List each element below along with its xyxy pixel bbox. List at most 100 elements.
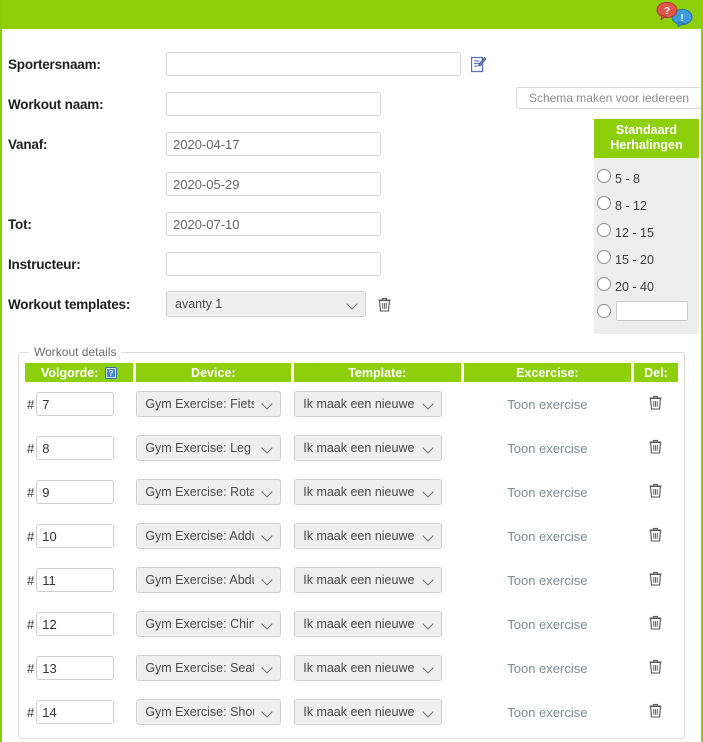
radio-icon[interactable] bbox=[597, 168, 611, 183]
table-row: # Gym Exercise: Fiets Ik maak een nieuwe To… bbox=[25, 382, 678, 426]
device-select[interactable]: Gym Exercise: Rotary bbox=[136, 479, 282, 505]
template-select[interactable]: Ik maak een nieuwe bbox=[294, 391, 443, 417]
reps-option-12-15[interactable]: 12 - 15 bbox=[594, 216, 699, 243]
cell-template: Ik maak een nieuwe bbox=[292, 514, 462, 558]
trash-icon[interactable] bbox=[649, 439, 662, 454]
cell-device: Gym Exercise: Chin Up bbox=[134, 602, 292, 646]
row-prefix-label: # bbox=[27, 440, 35, 456]
svg-text:?: ? bbox=[108, 369, 113, 378]
reps-option-5-8[interactable]: 5 - 8 bbox=[594, 162, 699, 189]
toon-exercise-link[interactable]: Toon exercise bbox=[507, 529, 587, 544]
workout-templates-trash-icon[interactable] bbox=[378, 297, 391, 312]
order-input[interactable] bbox=[36, 656, 115, 680]
radio-icon[interactable] bbox=[597, 222, 611, 237]
trash-icon[interactable] bbox=[649, 395, 662, 410]
cell-device: Gym Exercise: Abductor bbox=[134, 558, 292, 602]
workout-naam-input[interactable] bbox=[166, 92, 381, 116]
tot-date-input[interactable] bbox=[166, 212, 381, 236]
row-prefix-label: # bbox=[27, 396, 35, 412]
device-select-wrap: Gym Exercise: Fiets bbox=[136, 391, 282, 417]
device-select[interactable]: Gym Exercise: Leg Curl bbox=[136, 435, 282, 461]
trash-icon[interactable] bbox=[649, 571, 662, 586]
template-select[interactable]: Ik maak een nieuwe bbox=[294, 611, 443, 637]
order-input[interactable] bbox=[36, 700, 115, 724]
cell-exercise: Toon exercise bbox=[462, 602, 632, 646]
template-select-wrap: Ik maak een nieuwe bbox=[294, 523, 443, 549]
cell-exercise: Toon exercise bbox=[462, 514, 632, 558]
cell-volgorde: # bbox=[25, 470, 134, 514]
reps-custom-input[interactable] bbox=[616, 300, 688, 321]
radio-icon[interactable] bbox=[597, 249, 611, 264]
cell-template: Ik maak een nieuwe bbox=[292, 602, 462, 646]
template-select[interactable]: Ik maak een nieuwe bbox=[294, 567, 443, 593]
schema-maken-voor-iedereen-button[interactable]: Schema maken voor iedereen bbox=[516, 87, 701, 109]
table-row: # Gym Exercise: Shoulder Ik maak een nieuw… bbox=[25, 690, 678, 734]
cell-volgorde: # bbox=[25, 426, 134, 470]
order-input[interactable] bbox=[36, 480, 115, 504]
device-select[interactable]: Gym Exercise: Shoulder bbox=[136, 699, 282, 725]
toon-exercise-link[interactable]: Toon exercise bbox=[507, 441, 587, 456]
column-header-volgorde: Volgorde: ? bbox=[25, 363, 136, 382]
device-select[interactable]: Gym Exercise: Adductor bbox=[136, 523, 282, 549]
toon-exercise-link[interactable]: Toon exercise bbox=[507, 661, 587, 676]
radio-icon[interactable] bbox=[597, 195, 611, 210]
field-row-sportersnaam: Sportersnaam: bbox=[2, 44, 701, 84]
device-select[interactable]: Gym Exercise: Abductor bbox=[136, 567, 282, 593]
sportersnaam-input[interactable] bbox=[166, 52, 461, 76]
sportersnaam-label: Sportersnaam: bbox=[8, 56, 101, 72]
order-input[interactable] bbox=[36, 392, 115, 416]
trash-icon[interactable] bbox=[649, 615, 662, 630]
reps-option-custom[interactable] bbox=[594, 297, 699, 324]
cell-device: Gym Exercise: Adductor bbox=[134, 514, 292, 558]
reps-option-8-12[interactable]: 8 - 12 bbox=[594, 189, 699, 216]
template-select[interactable]: Ik maak een nieuwe bbox=[294, 523, 443, 549]
table-row: # Gym Exercise: Rotary Ik maak een nieuwe T… bbox=[25, 470, 678, 514]
device-select-wrap: Gym Exercise: Abductor bbox=[136, 567, 282, 593]
device-select[interactable]: Gym Exercise: Seated bbox=[136, 655, 282, 681]
column-header-del: Del: bbox=[632, 363, 678, 382]
table-row: # Gym Exercise: Seated Ik maak een nieuwe T… bbox=[25, 646, 678, 690]
toon-exercise-link[interactable]: Toon exercise bbox=[507, 573, 587, 588]
row-prefix-label: # bbox=[27, 616, 35, 632]
row-prefix-label: # bbox=[27, 484, 35, 500]
toon-exercise-link[interactable]: Toon exercise bbox=[507, 485, 587, 500]
help-question-icon[interactable]: ? bbox=[104, 366, 117, 379]
vanaf-second-date-input[interactable] bbox=[166, 172, 381, 196]
radio-icon[interactable] bbox=[597, 276, 611, 291]
trash-icon[interactable] bbox=[649, 703, 662, 718]
trash-icon[interactable] bbox=[649, 483, 662, 498]
reps-option-15-20[interactable]: 15 - 20 bbox=[594, 243, 699, 270]
order-input[interactable] bbox=[36, 524, 115, 548]
top-green-bar: ? ! bbox=[2, 0, 701, 30]
table-header-row: Volgorde: ? Device: Template: Excercise:… bbox=[25, 363, 678, 382]
radio-icon[interactable] bbox=[597, 303, 611, 318]
cell-device: Gym Exercise: Leg Curl bbox=[134, 426, 292, 470]
device-select[interactable]: Gym Exercise: Chin Up bbox=[136, 611, 282, 637]
device-select[interactable]: Gym Exercise: Fiets bbox=[136, 391, 282, 417]
column-header-device: Device: bbox=[134, 363, 294, 382]
vanaf-date-input[interactable] bbox=[166, 132, 381, 156]
cell-delete bbox=[632, 514, 678, 558]
toon-exercise-link[interactable]: Toon exercise bbox=[507, 397, 587, 412]
template-select-wrap: Ik maak een nieuwe bbox=[294, 611, 443, 637]
row-prefix-label: # bbox=[27, 704, 35, 720]
question-bubble-icon[interactable]: ? bbox=[656, 1, 678, 20]
order-input[interactable] bbox=[36, 436, 115, 460]
toon-exercise-link[interactable]: Toon exercise bbox=[507, 617, 587, 632]
template-select[interactable]: Ik maak een nieuwe bbox=[294, 435, 443, 461]
toon-exercise-link[interactable]: Toon exercise bbox=[507, 705, 587, 720]
workout-templates-select[interactable]: avanty 1 bbox=[166, 291, 366, 317]
order-input[interactable] bbox=[36, 568, 115, 592]
instructeur-input[interactable] bbox=[166, 252, 381, 276]
template-select[interactable]: Ik maak een nieuwe bbox=[294, 655, 443, 681]
device-select-wrap: Gym Exercise: Adductor bbox=[136, 523, 282, 549]
order-input[interactable] bbox=[36, 612, 115, 636]
edit-document-icon[interactable] bbox=[470, 56, 487, 73]
trash-icon[interactable] bbox=[649, 659, 662, 674]
template-select[interactable]: Ik maak een nieuwe bbox=[294, 699, 443, 725]
reps-option-label: 15 - 20 bbox=[615, 253, 654, 267]
trash-icon[interactable] bbox=[649, 527, 662, 542]
template-select[interactable]: Ik maak een nieuwe bbox=[294, 479, 443, 505]
reps-option-20-40[interactable]: 20 - 40 bbox=[594, 270, 699, 297]
cell-exercise: Toon exercise bbox=[462, 558, 632, 602]
